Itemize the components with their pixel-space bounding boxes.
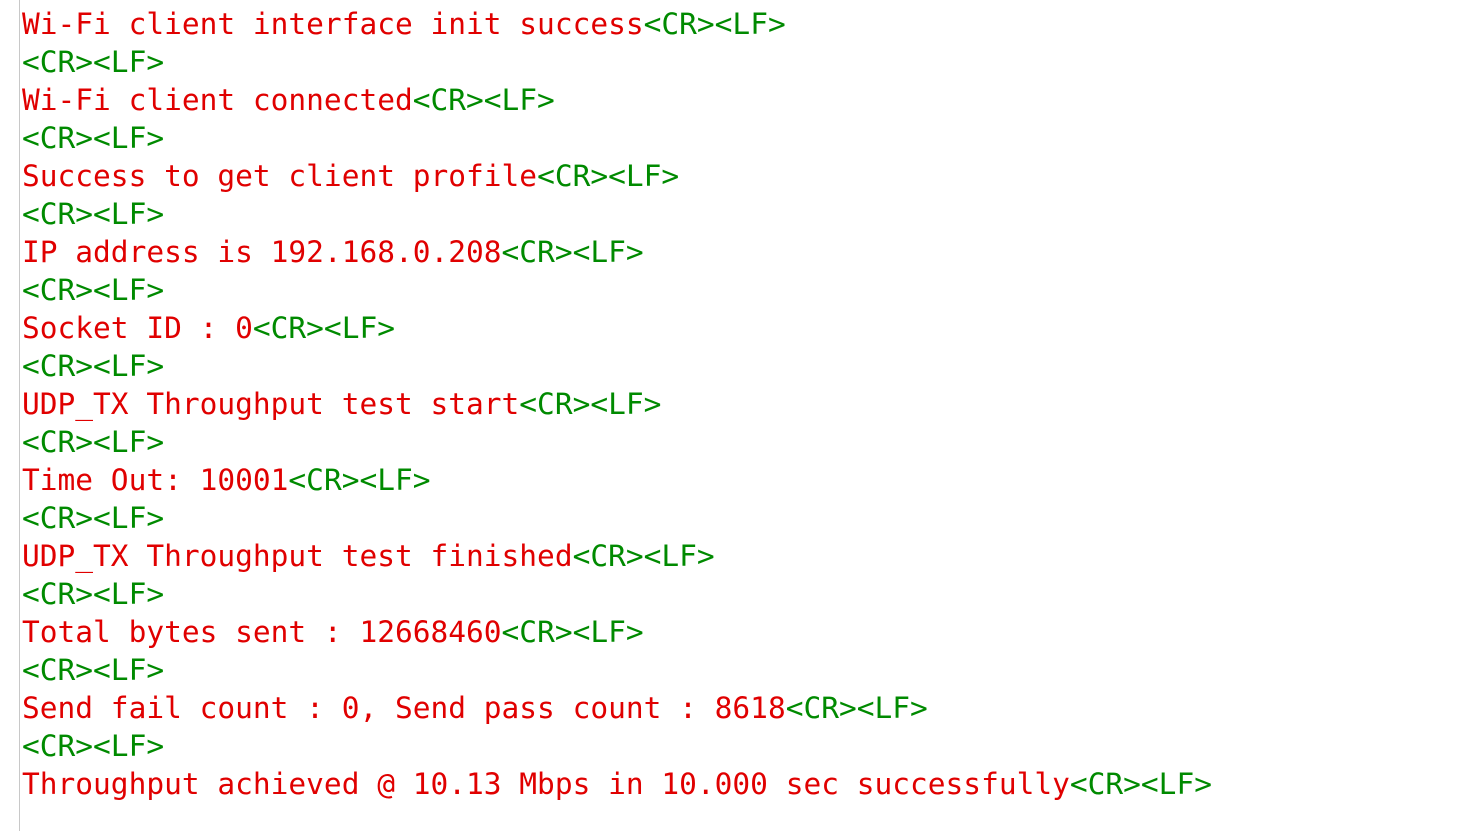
control-chars: <CR><LF> [22,121,165,155]
output-line: IP address is 192.168.0.208<CR><LF> [22,233,1212,271]
output-line: Wi-Fi client connected<CR><LF> [22,81,1212,119]
line-text: Wi-Fi client connected [22,83,413,117]
control-chars: <CR><LF> [22,501,165,535]
control-chars: <CR><LF> [785,691,928,725]
control-chars: <CR><LF> [22,729,165,763]
control-chars: <CR><LF> [22,349,165,383]
line-text: Time Out: 10001 [22,463,289,497]
output-line: Time Out: 10001<CR><LF> [22,461,1212,499]
line-text: IP address is 192.168.0.208 [22,235,502,269]
control-chars: <CR><LF> [252,311,395,345]
control-chars: <CR><LF> [288,463,431,497]
line-text: Send fail count : 0, Send pass count : 8… [22,691,786,725]
output-line: Send fail count : 0, Send pass count : 8… [22,689,1212,727]
output-line: <CR><LF> [22,423,1212,461]
output-line: UDP_TX Throughput test finished<CR><LF> [22,537,1212,575]
control-chars: <CR><LF> [412,83,555,117]
output-line: Success to get client profile<CR><LF> [22,157,1212,195]
control-chars: <CR><LF> [22,577,165,611]
control-chars: <CR><LF> [22,425,165,459]
output-line: <CR><LF> [22,43,1212,81]
output-line: <CR><LF> [22,575,1212,613]
line-text: UDP_TX Throughput test start [22,387,520,421]
output-line: <CR><LF> [22,499,1212,537]
output-line: <CR><LF> [22,347,1212,385]
control-chars: <CR><LF> [22,653,165,687]
line-text: Success to get client profile [22,159,538,193]
output-line: <CR><LF> [22,271,1212,309]
output-line: <CR><LF> [22,727,1212,765]
output-lines: Wi-Fi client interface init success<CR><… [22,5,1212,803]
control-chars: <CR><LF> [501,615,644,649]
output-line: Wi-Fi client interface init success<CR><… [22,5,1212,43]
output-line: Socket ID : 0<CR><LF> [22,309,1212,347]
serial-terminal-output[interactable]: Wi-Fi client interface init success<CR><… [0,0,1469,831]
control-chars: <CR><LF> [22,197,165,231]
control-chars: <CR><LF> [537,159,680,193]
left-margin-divider [19,0,20,831]
output-line: <CR><LF> [22,651,1212,689]
control-chars: <CR><LF> [1069,767,1212,801]
output-line: <CR><LF> [22,119,1212,157]
control-chars: <CR><LF> [22,45,165,79]
output-line: Total bytes sent : 12668460<CR><LF> [22,613,1212,651]
line-text: Wi-Fi client interface init success [22,7,644,41]
output-line: UDP_TX Throughput test start<CR><LF> [22,385,1212,423]
output-line: Throughput achieved @ 10.13 Mbps in 10.0… [22,765,1212,803]
line-text: UDP_TX Throughput test finished [22,539,573,573]
line-text: Throughput achieved @ 10.13 Mbps in 10.0… [22,767,1070,801]
control-chars: <CR><LF> [572,539,715,573]
control-chars: <CR><LF> [501,235,644,269]
line-text: Socket ID : 0 [22,311,253,345]
line-text: Total bytes sent : 12668460 [22,615,502,649]
control-chars: <CR><LF> [643,7,786,41]
output-line: <CR><LF> [22,195,1212,233]
control-chars: <CR><LF> [519,387,662,421]
control-chars: <CR><LF> [22,273,165,307]
